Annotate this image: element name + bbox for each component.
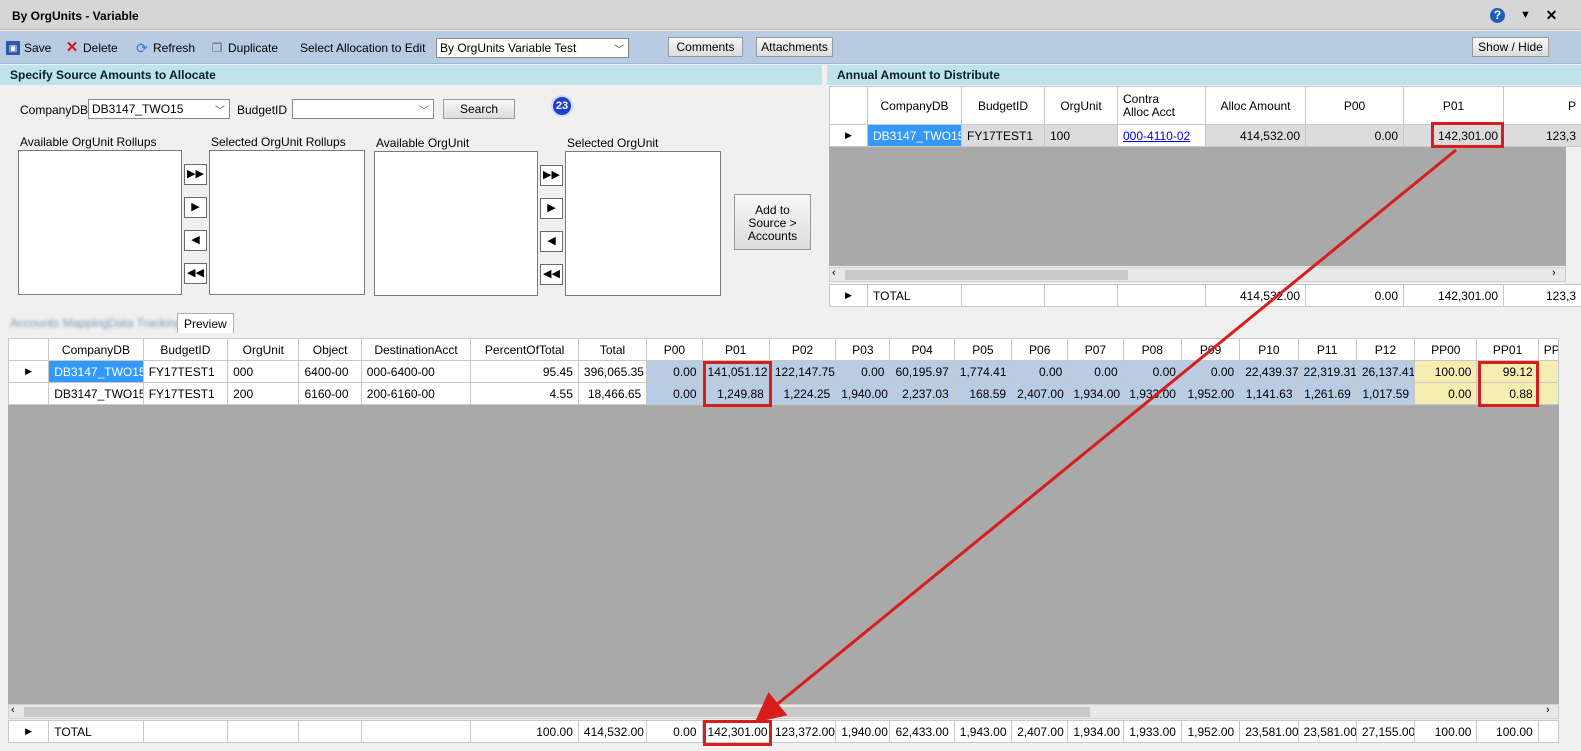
annotation-arrow xyxy=(754,148,1457,723)
